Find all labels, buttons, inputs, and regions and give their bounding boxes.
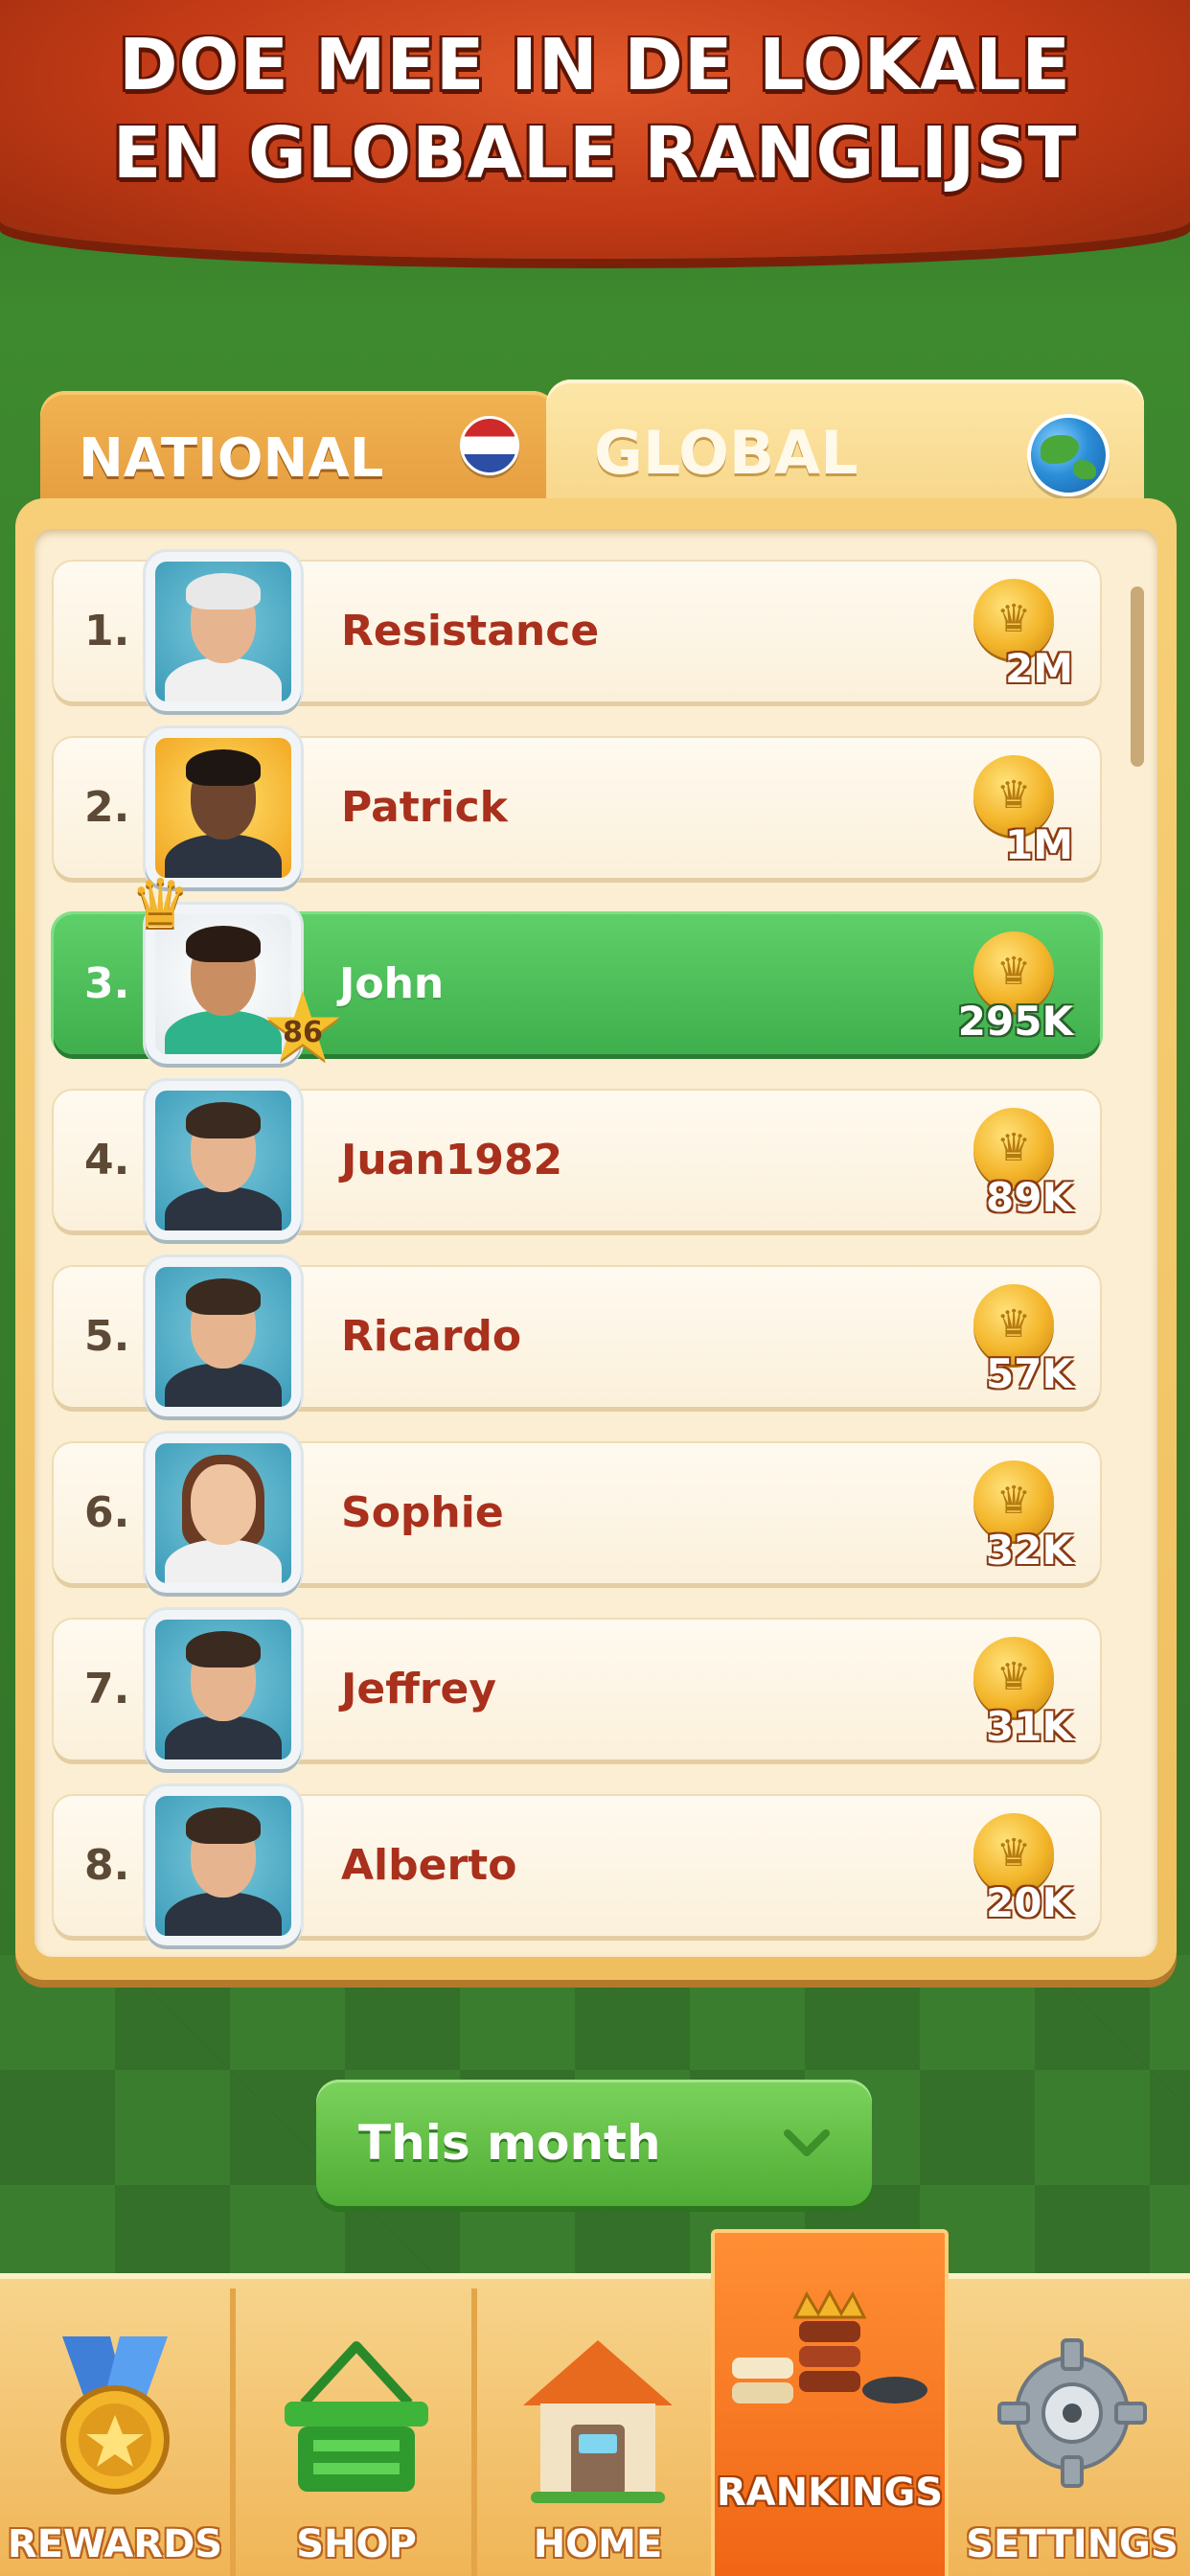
chevron-down-icon — [784, 2129, 830, 2156]
row-rank: 6. — [84, 1488, 130, 1537]
row-player-name: Juan1982 — [341, 1136, 563, 1184]
avatar-face-icon — [155, 1620, 291, 1760]
row-rank: 1. — [84, 607, 130, 656]
promo-banner: DOE MEE IN DE LOKALE EN GLOBALE RANGLIJS… — [0, 0, 1190, 259]
row-score: 295K — [957, 998, 1073, 1045]
row-rank: 8. — [84, 1841, 130, 1890]
nav-rewards-label: REWARDS — [7, 2522, 223, 2566]
row-player-name: Resistance — [341, 607, 600, 656]
row-score: 2M — [1004, 645, 1073, 692]
nav-shop[interactable]: SHOP — [241, 2288, 477, 2576]
leaderboard-scrollbar[interactable] — [1131, 586, 1144, 767]
avatar-face-icon — [155, 562, 291, 702]
leaderboard-row-current-player[interactable]: 3. ♛ ★ 86 John ♛ 295K — [54, 864, 1100, 1075]
tab-national-label: NATIONAL — [79, 426, 384, 490]
row-player-name: Ricardo — [341, 1312, 522, 1361]
leaderboard-row[interactable]: 5. Ricardo ♛ 57K — [54, 1257, 1100, 1416]
bottom-nav: REWARDS SHOP HOME RANKINGS SETTINGS — [0, 2229, 1190, 2576]
nav-rankings-label: RANKINGS — [716, 2471, 944, 2515]
banner-title-line1: DOE MEE IN DE LOKALE — [119, 24, 1071, 106]
leaderboard-row[interactable]: 2. Patrick ♛ 1M — [54, 728, 1100, 887]
row-player-name: Jeffrey — [341, 1665, 497, 1714]
row-player-name: John — [339, 959, 445, 1008]
avatar-face-icon — [155, 1091, 291, 1230]
nav-settings[interactable]: SETTINGS — [954, 2288, 1190, 2576]
row-rank: 4. — [84, 1136, 130, 1184]
leaderboard-row[interactable]: 1. Resistance ♛ 2M — [54, 552, 1100, 711]
row-rank: 2. — [84, 783, 130, 832]
row-player-name: Patrick — [341, 783, 508, 832]
row-rank: 3. — [84, 959, 130, 1008]
crown-icon: ♛ — [130, 864, 191, 943]
basket-icon — [285, 2341, 428, 2492]
row-score: 32K — [986, 1527, 1073, 1574]
leaderboard-row[interactable]: 4. Juan1982 ♛ 89K — [54, 1081, 1100, 1240]
nav-home-label: HOME — [533, 2522, 663, 2566]
row-score: 31K — [986, 1703, 1073, 1750]
tab-global-label: GLOBAL — [594, 417, 858, 488]
nav-home[interactable]: HOME — [483, 2288, 719, 2576]
row-rank: 5. — [84, 1312, 130, 1361]
avatar-face-icon — [155, 738, 291, 878]
avatar[interactable] — [146, 1257, 301, 1416]
netherlands-flag-icon — [460, 416, 519, 475]
nav-shop-label: SHOP — [296, 2522, 417, 2566]
avatar[interactable] — [146, 552, 301, 711]
row-score: 20K — [986, 1879, 1073, 1926]
banner-title-line2: EN GLOBALE RANGLIJST — [112, 112, 1078, 195]
row-score: 89K — [986, 1174, 1073, 1221]
gear-icon — [997, 2338, 1147, 2488]
row-score: 57K — [986, 1350, 1073, 1397]
avatar-face-icon — [155, 1267, 291, 1407]
leaderboard-row[interactable]: 8. Alberto ♛ 20K — [54, 1786, 1100, 1945]
leaderboard-row[interactable]: 6. Sophie ♛ 32K — [54, 1434, 1100, 1593]
nav-settings-label: SETTINGS — [966, 2522, 1179, 2566]
nav-rankings[interactable]: RANKINGS — [711, 2229, 949, 2576]
globe-icon — [1027, 414, 1110, 496]
checkers-crown-icon — [732, 2288, 927, 2404]
house-icon — [523, 2340, 673, 2503]
avatar[interactable] — [146, 1081, 301, 1240]
avatar[interactable] — [146, 1786, 301, 1945]
avatar[interactable] — [146, 1434, 301, 1593]
level-number: 86 — [283, 1016, 323, 1049]
banner-title: DOE MEE IN DE LOKALE EN GLOBALE RANGLIJS… — [0, 0, 1190, 197]
nav-rewards[interactable]: REWARDS — [0, 2288, 236, 2576]
leaderboard-row[interactable]: 7. Jeffrey ♛ 31K — [54, 1610, 1100, 1769]
row-score: 1M — [1004, 821, 1073, 868]
row-player-name: Sophie — [341, 1488, 504, 1537]
avatar[interactable] — [146, 1610, 301, 1769]
row-player-name: Alberto — [341, 1841, 517, 1890]
avatar-face-icon — [155, 1796, 291, 1936]
row-rank: 7. — [84, 1665, 130, 1714]
period-selected-label: This month — [358, 2115, 661, 2171]
medal-icon — [60, 2336, 170, 2495]
avatar-face-icon — [155, 1443, 291, 1583]
period-dropdown[interactable]: This month — [316, 2080, 872, 2206]
